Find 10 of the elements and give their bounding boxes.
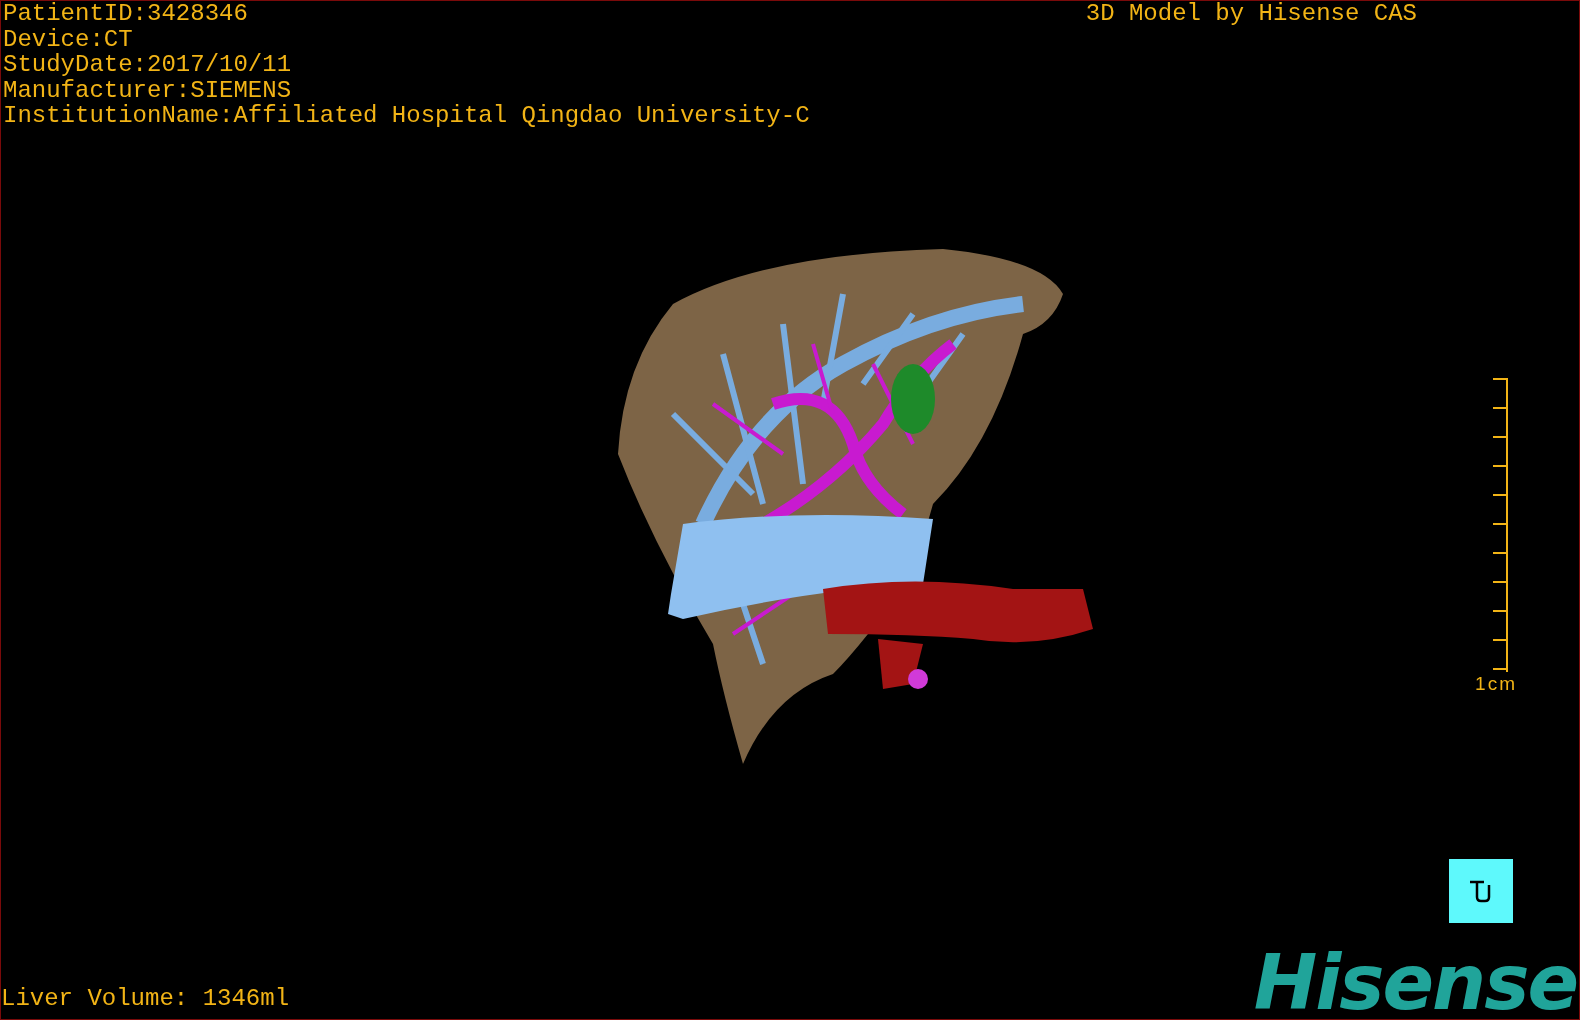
logo-text: Hisense [1253,947,1577,1019]
tool-button[interactable] [1449,859,1513,923]
liver-volume-text: Liver Volume: 1346ml [1,985,290,1013]
info-text: PatientID:3428346 [3,1,249,27]
brand-text: 3D Model by Hisense CAS [1085,1,1417,26]
info-text: StudyDate:2017/10/11 [3,52,293,78]
info-text: Device:CT [3,26,134,52]
info-text: InstitutionName:Affiliated Hospital Qingdao University-C [3,103,810,129]
scale-label: 1cm [1475,672,1517,695]
info-text: Manufacturer:SIEMENS [3,77,293,103]
